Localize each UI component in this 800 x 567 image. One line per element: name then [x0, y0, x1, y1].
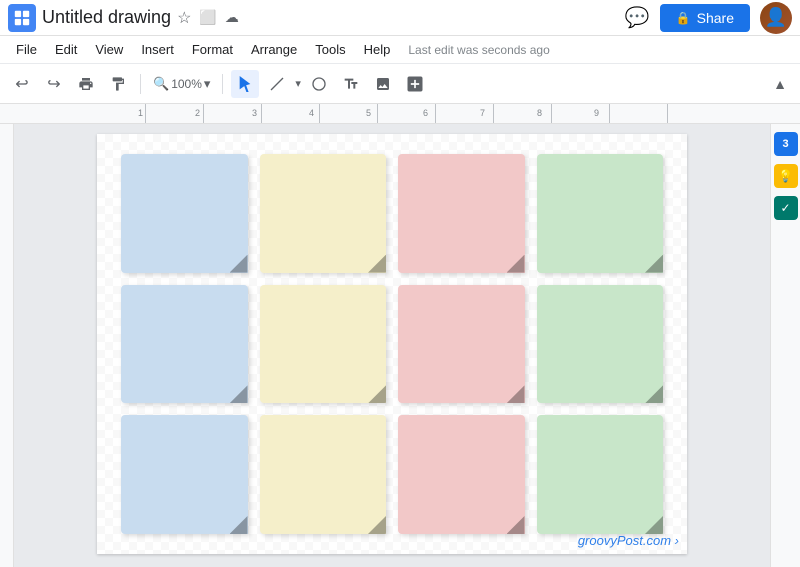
right-sidebar: 3 💡 ✓	[770, 124, 800, 567]
ruler-num-4: 4	[309, 108, 314, 118]
ruler-num-9: 9	[594, 108, 599, 118]
zoom-value: 100%	[171, 77, 202, 91]
watermark-text: groovyPost.com	[578, 533, 671, 548]
ruler-num-6: 6	[423, 108, 428, 118]
share-label: Share	[697, 10, 734, 26]
sticky-note-pink-3[interactable]	[398, 415, 525, 534]
ruler-strip: 1 2 3 4 5 6 7 8 9	[88, 104, 688, 123]
menu-arrange[interactable]: Arrange	[243, 39, 305, 60]
menu-bar: File Edit View Insert Format Arrange Too…	[0, 36, 800, 64]
watermark-arrow: ›	[675, 533, 679, 548]
sticky-note-yellow-2[interactable]	[260, 285, 387, 404]
sticky-note-yellow-1[interactable]	[260, 154, 387, 273]
lock-icon: 🔒	[676, 11, 691, 25]
title-icons: ☆ ⬜ ☁	[177, 8, 239, 28]
sidebar-icon-notifications[interactable]: 3	[774, 132, 798, 156]
print-button[interactable]	[72, 70, 100, 98]
title-bar: Untitled drawing ☆ ⬜ ☁ 💬 🔒 Share 👤	[0, 0, 800, 36]
last-edit-status: Last edit was seconds ago	[408, 43, 549, 57]
ruler-num-8: 8	[537, 108, 542, 118]
sidebar-icon-ideas[interactable]: 💡	[774, 164, 798, 188]
sticky-note-blue-3[interactable]	[121, 415, 248, 534]
canvas-container[interactable]: groovyPost.com ›	[14, 124, 770, 567]
sticky-note-green-2[interactable]	[537, 285, 664, 404]
menu-format[interactable]: Format	[184, 39, 241, 60]
ruler-num-3: 3	[252, 108, 257, 118]
avatar[interactable]: 👤	[760, 2, 792, 34]
header-right: 💬 🔒 Share 👤	[625, 2, 792, 34]
sticky-note-pink-2[interactable]	[398, 285, 525, 404]
menu-edit[interactable]: Edit	[47, 39, 85, 60]
folder-icon[interactable]: ⬜	[199, 9, 216, 26]
image-tool[interactable]	[369, 70, 397, 98]
document-title[interactable]: Untitled drawing	[42, 7, 171, 28]
drawing-canvas[interactable]: groovyPost.com ›	[97, 134, 687, 554]
menu-view[interactable]: View	[87, 39, 131, 60]
separator-1	[140, 74, 141, 94]
paint-format-button[interactable]	[104, 70, 132, 98]
app-logo	[8, 4, 36, 32]
share-button[interactable]: 🔒 Share	[660, 4, 750, 32]
star-icon[interactable]: ☆	[177, 8, 191, 28]
watermark: groovyPost.com ›	[578, 533, 679, 548]
undo-button[interactable]: ↩	[8, 70, 36, 98]
comment-icon[interactable]: 💬	[625, 5, 650, 30]
line-tool[interactable]	[263, 70, 291, 98]
notes-grid	[97, 134, 687, 554]
sticky-note-yellow-3[interactable]	[260, 415, 387, 534]
menu-tools[interactable]: Tools	[307, 39, 353, 60]
sticky-note-pink-1[interactable]	[398, 154, 525, 273]
line-dropdown[interactable]: ▾	[295, 77, 301, 90]
menu-help[interactable]: Help	[356, 39, 399, 60]
collapse-toolbar-button[interactable]: ▲	[768, 72, 792, 96]
left-sidebar	[0, 124, 14, 567]
toolbar: ↩ ↪ 🔍 100% ▾ ▾ ▲	[0, 64, 800, 104]
sticky-note-green-3[interactable]	[537, 415, 664, 534]
insert-menu-button[interactable]	[401, 70, 429, 98]
cloud-icon[interactable]: ☁	[225, 9, 239, 26]
redo-button[interactable]: ↪	[40, 70, 68, 98]
sidebar-icon-check[interactable]: ✓	[774, 196, 798, 220]
sticky-note-blue-2[interactable]	[121, 285, 248, 404]
zoom-label: 🔍	[153, 76, 169, 92]
textbox-tool[interactable]	[337, 70, 365, 98]
separator-2	[222, 74, 223, 94]
ruler-num-2: 2	[195, 108, 200, 118]
zoom-dropdown[interactable]: 🔍 100% ▾	[149, 73, 214, 95]
ruler: 1 2 3 4 5 6 7 8 9	[0, 104, 800, 124]
sticky-note-blue-1[interactable]	[121, 154, 248, 273]
zoom-chevron: ▾	[204, 76, 211, 92]
shape-tool[interactable]	[305, 70, 333, 98]
menu-insert[interactable]: Insert	[133, 39, 182, 60]
menu-file[interactable]: File	[8, 39, 45, 60]
ruler-num-7: 7	[480, 108, 485, 118]
ruler-num-1: 1	[138, 108, 143, 118]
sticky-note-green-1[interactable]	[537, 154, 664, 273]
ruler-num-5: 5	[366, 108, 371, 118]
select-tool[interactable]	[231, 70, 259, 98]
main-area: groovyPost.com › 3 💡 ✓	[0, 124, 800, 567]
